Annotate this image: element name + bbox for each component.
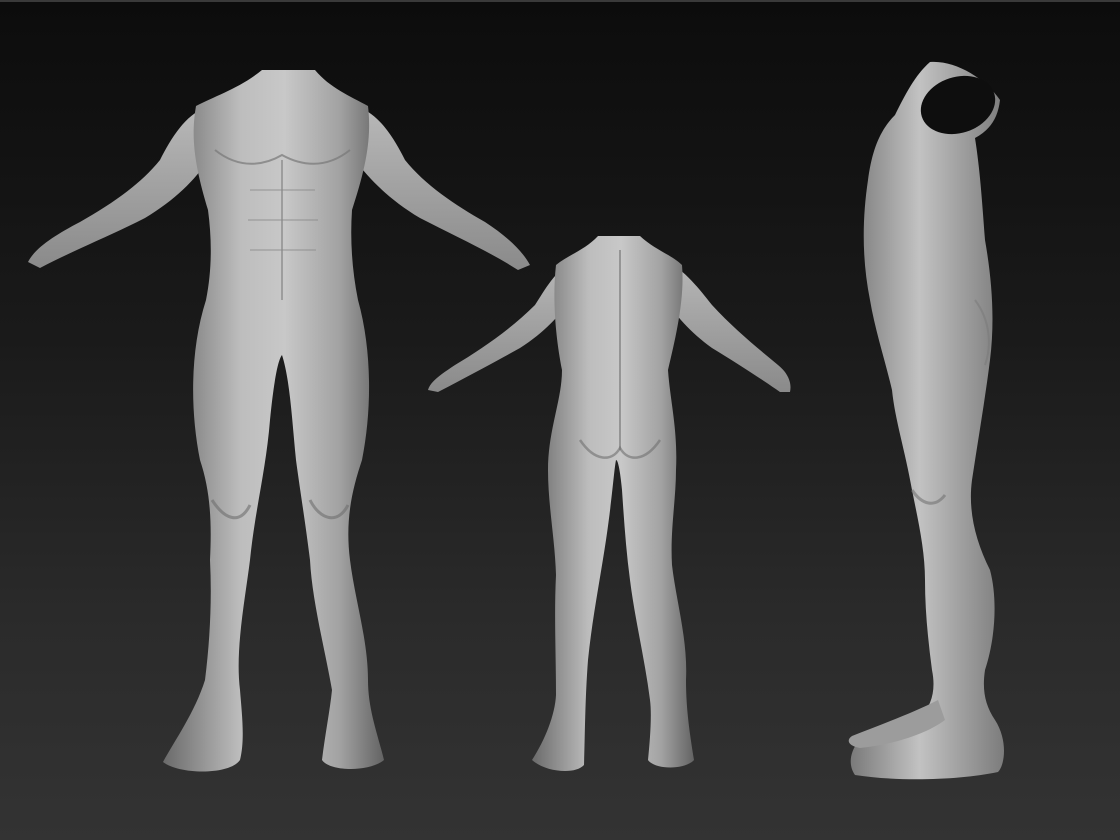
side-view-body-icon <box>848 61 1004 780</box>
front-left-arm <box>28 108 208 268</box>
back-view-body-icon <box>428 236 791 772</box>
back-body <box>532 236 694 772</box>
side-body <box>850 61 1004 780</box>
body-sculpt-render <box>28 61 1004 780</box>
front-right-arm <box>355 108 530 270</box>
back-right-arm <box>665 260 791 392</box>
sculpt-viewport[interactable] <box>0 0 1120 840</box>
front-view-body-icon <box>28 70 530 772</box>
back-left-arm <box>428 260 575 392</box>
